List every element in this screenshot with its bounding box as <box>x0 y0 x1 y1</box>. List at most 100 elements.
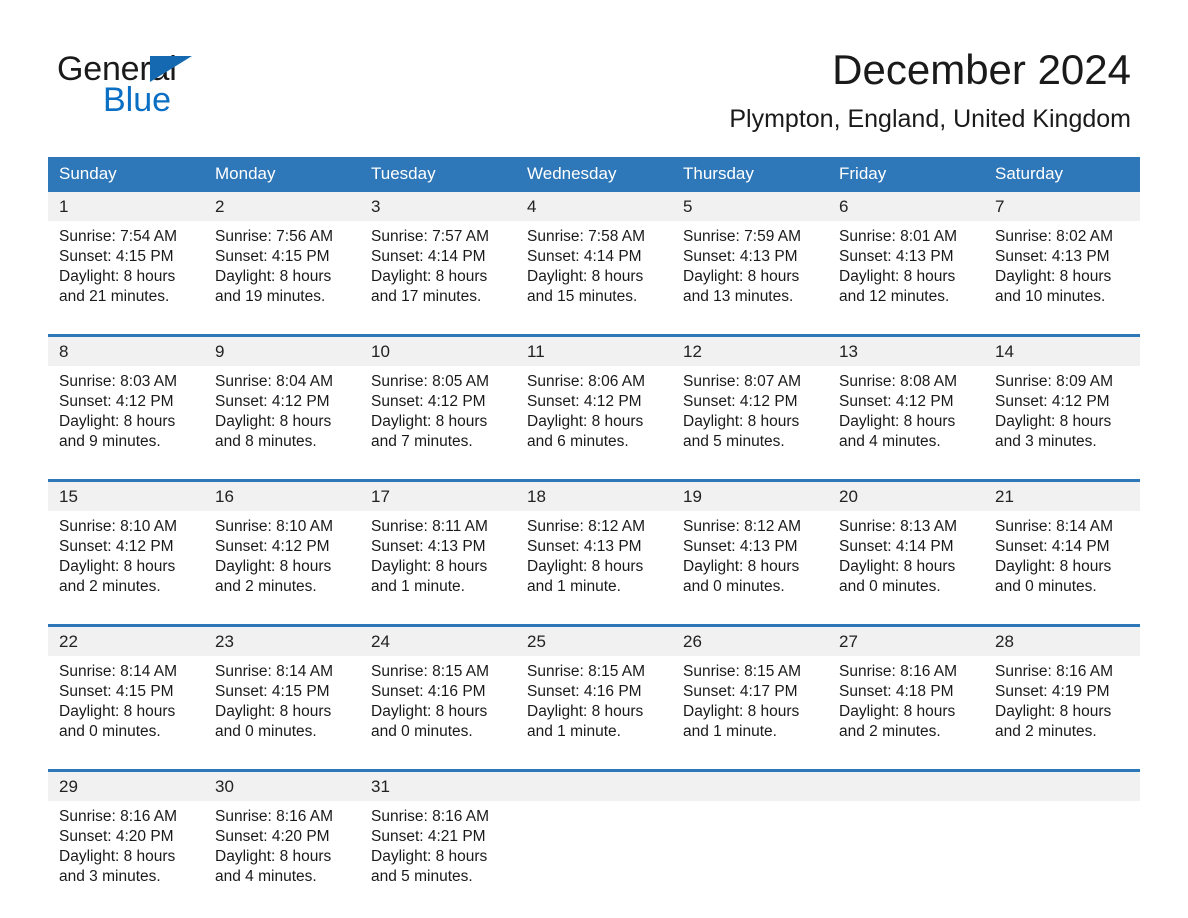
daylight-text-line2: and 0 minutes. <box>683 578 785 595</box>
day-number[interactable]: 8 <box>48 334 204 366</box>
day-number[interactable]: 4 <box>516 192 672 221</box>
day-cell[interactable]: Sunrise: 8:13 AM Sunset: 4:14 PM Dayligh… <box>828 511 984 626</box>
daylight-text-line2: and 0 minutes. <box>215 723 317 740</box>
day-number[interactable]: 20 <box>828 479 984 511</box>
sunset-text: Sunset: 4:17 PM <box>683 683 798 700</box>
sunset-text: Sunset: 4:16 PM <box>527 683 642 700</box>
day-cell[interactable]: Sunrise: 8:16 AM Sunset: 4:19 PM Dayligh… <box>984 656 1140 771</box>
day-cell[interactable]: Sunrise: 8:11 AM Sunset: 4:13 PM Dayligh… <box>360 511 516 626</box>
day-number-empty <box>828 769 984 801</box>
sunrise-text: Sunrise: 8:16 AM <box>371 808 490 825</box>
daylight-text-line2: and 2 minutes. <box>995 723 1097 740</box>
day-cell[interactable]: Sunrise: 8:15 AM Sunset: 4:17 PM Dayligh… <box>672 656 828 771</box>
sunrise-text: Sunrise: 8:02 AM <box>995 228 1114 245</box>
day-cell[interactable]: Sunrise: 7:59 AM Sunset: 4:13 PM Dayligh… <box>672 221 828 336</box>
day-number[interactable]: 1 <box>48 192 204 221</box>
day-number[interactable]: 10 <box>360 334 516 366</box>
day-cell[interactable]: Sunrise: 8:07 AM Sunset: 4:12 PM Dayligh… <box>672 366 828 481</box>
day-number[interactable]: 30 <box>204 769 360 801</box>
daylight-text-line1: Daylight: 8 hours <box>215 558 332 575</box>
day-number[interactable]: 17 <box>360 479 516 511</box>
sunrise-text: Sunrise: 8:15 AM <box>683 663 802 680</box>
daylight-text-line1: Daylight: 8 hours <box>995 558 1112 575</box>
day-cell[interactable]: Sunrise: 8:16 AM Sunset: 4:20 PM Dayligh… <box>204 801 360 914</box>
day-cell[interactable]: Sunrise: 8:08 AM Sunset: 4:12 PM Dayligh… <box>828 366 984 481</box>
day-number[interactable]: 19 <box>672 479 828 511</box>
day-number[interactable]: 3 <box>360 192 516 221</box>
day-cell[interactable]: Sunrise: 8:05 AM Sunset: 4:12 PM Dayligh… <box>360 366 516 481</box>
day-number[interactable]: 16 <box>204 479 360 511</box>
day-cell[interactable]: Sunrise: 8:09 AM Sunset: 4:12 PM Dayligh… <box>984 366 1140 481</box>
day-cell[interactable]: Sunrise: 8:03 AM Sunset: 4:12 PM Dayligh… <box>48 366 204 481</box>
sunset-text: Sunset: 4:14 PM <box>839 538 954 555</box>
week-2-daynum-row: 8 9 10 11 12 13 14 <box>48 334 1140 366</box>
day-number[interactable]: 29 <box>48 769 204 801</box>
daylight-text-line2: and 5 minutes. <box>683 433 785 450</box>
day-cell[interactable]: Sunrise: 8:12 AM Sunset: 4:13 PM Dayligh… <box>672 511 828 626</box>
day-number[interactable]: 23 <box>204 624 360 656</box>
day-number[interactable]: 15 <box>48 479 204 511</box>
weekday-header-monday: Monday <box>204 157 360 192</box>
day-number[interactable]: 2 <box>204 192 360 221</box>
day-cell[interactable]: Sunrise: 8:04 AM Sunset: 4:12 PM Dayligh… <box>204 366 360 481</box>
daylight-text-line1: Daylight: 8 hours <box>839 558 956 575</box>
sunrise-text: Sunrise: 8:14 AM <box>995 518 1114 535</box>
day-number[interactable]: 12 <box>672 334 828 366</box>
day-number[interactable]: 22 <box>48 624 204 656</box>
day-number[interactable]: 27 <box>828 624 984 656</box>
day-number[interactable]: 31 <box>360 769 516 801</box>
day-cell[interactable]: Sunrise: 7:54 AM Sunset: 4:15 PM Dayligh… <box>48 221 204 336</box>
day-cell[interactable]: Sunrise: 7:57 AM Sunset: 4:14 PM Dayligh… <box>360 221 516 336</box>
general-blue-logo[interactable]: General Blue <box>57 52 377 122</box>
day-number[interactable]: 21 <box>984 479 1140 511</box>
daylight-text-line2: and 4 minutes. <box>215 868 317 885</box>
day-cell[interactable]: Sunrise: 8:14 AM Sunset: 4:14 PM Dayligh… <box>984 511 1140 626</box>
sunset-text: Sunset: 4:12 PM <box>527 393 642 410</box>
sunrise-text: Sunrise: 8:10 AM <box>215 518 334 535</box>
day-number[interactable]: 14 <box>984 334 1140 366</box>
day-number[interactable]: 7 <box>984 192 1140 221</box>
daylight-text-line2: and 6 minutes. <box>527 433 629 450</box>
sunset-text: Sunset: 4:18 PM <box>839 683 954 700</box>
day-cell[interactable]: Sunrise: 8:15 AM Sunset: 4:16 PM Dayligh… <box>360 656 516 771</box>
weekday-header-sunday: Sunday <box>48 157 204 192</box>
day-cell[interactable]: Sunrise: 8:12 AM Sunset: 4:13 PM Dayligh… <box>516 511 672 626</box>
day-cell[interactable]: Sunrise: 8:16 AM Sunset: 4:21 PM Dayligh… <box>360 801 516 914</box>
day-cell[interactable]: Sunrise: 8:10 AM Sunset: 4:12 PM Dayligh… <box>204 511 360 626</box>
day-cell[interactable]: Sunrise: 8:02 AM Sunset: 4:13 PM Dayligh… <box>984 221 1140 336</box>
sunrise-text: Sunrise: 8:16 AM <box>215 808 334 825</box>
sunset-text: Sunset: 4:20 PM <box>215 828 330 845</box>
day-number[interactable]: 9 <box>204 334 360 366</box>
day-cell[interactable]: Sunrise: 8:01 AM Sunset: 4:13 PM Dayligh… <box>828 221 984 336</box>
day-number[interactable]: 28 <box>984 624 1140 656</box>
day-number[interactable]: 26 <box>672 624 828 656</box>
day-number[interactable]: 5 <box>672 192 828 221</box>
day-number[interactable]: 11 <box>516 334 672 366</box>
triangle-flag-icon <box>150 56 192 82</box>
day-cell[interactable]: Sunrise: 8:16 AM Sunset: 4:18 PM Dayligh… <box>828 656 984 771</box>
sunrise-text: Sunrise: 8:09 AM <box>995 373 1114 390</box>
week-5-detail-row: Sunrise: 8:16 AM Sunset: 4:20 PM Dayligh… <box>48 801 1140 914</box>
page-subtitle: Plympton, England, United Kingdom <box>729 105 1131 133</box>
day-cell[interactable]: Sunrise: 8:16 AM Sunset: 4:20 PM Dayligh… <box>48 801 204 914</box>
day-cell[interactable]: Sunrise: 7:58 AM Sunset: 4:14 PM Dayligh… <box>516 221 672 336</box>
page-title: December 2024 <box>832 46 1131 93</box>
day-cell[interactable]: Sunrise: 8:10 AM Sunset: 4:12 PM Dayligh… <box>48 511 204 626</box>
day-number[interactable]: 25 <box>516 624 672 656</box>
daylight-text-line1: Daylight: 8 hours <box>215 268 332 285</box>
day-cell[interactable]: Sunrise: 8:15 AM Sunset: 4:16 PM Dayligh… <box>516 656 672 771</box>
day-number[interactable]: 18 <box>516 479 672 511</box>
day-number[interactable]: 13 <box>828 334 984 366</box>
sunset-text: Sunset: 4:12 PM <box>215 538 330 555</box>
day-cell[interactable]: Sunrise: 8:14 AM Sunset: 4:15 PM Dayligh… <box>204 656 360 771</box>
day-number[interactable]: 6 <box>828 192 984 221</box>
sunrise-text: Sunrise: 8:05 AM <box>371 373 490 390</box>
day-cell[interactable]: Sunrise: 8:14 AM Sunset: 4:15 PM Dayligh… <box>48 656 204 771</box>
daylight-text-line2: and 13 minutes. <box>683 288 794 305</box>
day-cell[interactable]: Sunrise: 8:06 AM Sunset: 4:12 PM Dayligh… <box>516 366 672 481</box>
daylight-text-line2: and 9 minutes. <box>59 433 161 450</box>
day-number[interactable]: 24 <box>360 624 516 656</box>
daylight-text-line1: Daylight: 8 hours <box>371 558 488 575</box>
day-cell[interactable]: Sunrise: 7:56 AM Sunset: 4:15 PM Dayligh… <box>204 221 360 336</box>
daylight-text-line1: Daylight: 8 hours <box>59 413 176 430</box>
